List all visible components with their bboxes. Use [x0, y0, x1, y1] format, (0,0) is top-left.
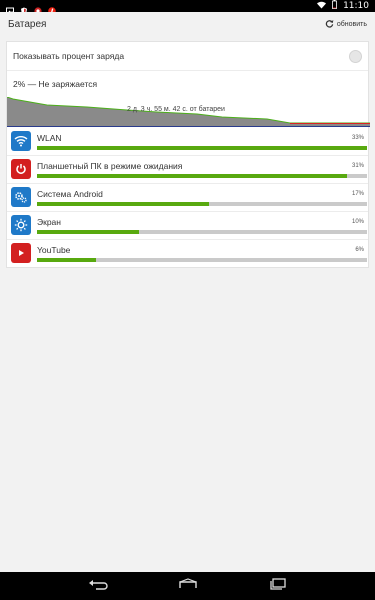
refresh-button[interactable]: обновить: [325, 19, 367, 30]
usage-item-name: WLAN: [37, 133, 62, 143]
brightness-icon: [11, 215, 31, 235]
back-icon: [88, 577, 108, 595]
wifi-icon: [317, 1, 327, 12]
usage-item-name: Экран: [37, 217, 61, 227]
home-button[interactable]: [168, 576, 208, 596]
battery-icon: [332, 0, 337, 12]
time-on-battery: 2 д. 3 ч. 55 м. 42 с. от батареи: [127, 106, 225, 113]
red-badge-icon: [34, 2, 42, 15]
recents-button[interactable]: [258, 576, 298, 596]
usage-item-name: Планшетный ПК в режиме ожидания: [37, 161, 183, 171]
wifi-icon: [11, 131, 31, 151]
notification-icons: [6, 2, 56, 15]
usage-bar-fill: [37, 230, 140, 234]
usage-list: WLAN 33% Планшетный ПК в режиме ожидания…: [7, 128, 368, 268]
usage-item-standby[interactable]: Планшетный ПК в режиме ожидания 31%: [7, 156, 368, 184]
recents-icon: [269, 577, 287, 595]
usage-bar: [37, 230, 367, 234]
show-percent-checkbox[interactable]: [349, 49, 362, 63]
usage-item-percent: 10%: [351, 219, 364, 225]
usage-item-name: Система Android: [37, 189, 103, 199]
battery-status: 2% — Не заряжается: [13, 79, 98, 89]
usage-bar: [37, 202, 367, 206]
usage-item-wlan[interactable]: WLAN 33%: [7, 128, 368, 156]
status-bar: 11:10: [0, 0, 375, 15]
page-title: Батарея: [8, 19, 47, 30]
usage-item-percent: 6%: [355, 247, 364, 253]
usage-item-android-system[interactable]: Система Android 17%: [7, 184, 368, 212]
clock: 11:10: [343, 1, 369, 11]
usage-bar: [37, 258, 367, 262]
usage-item-youtube[interactable]: YouTube 6%: [7, 240, 368, 268]
usage-item-screen[interactable]: Экран 10%: [7, 212, 368, 240]
power-icon: [11, 159, 31, 179]
usage-bar: [37, 174, 367, 178]
usage-bar: [37, 146, 367, 150]
usage-item-percent: 17%: [351, 191, 364, 197]
usage-item-percent: 33%: [351, 135, 364, 141]
usage-bar-fill: [37, 174, 348, 178]
usage-item-percent: 31%: [351, 163, 364, 169]
show-percent-label: Показывать процент заряда: [13, 51, 125, 61]
graph-baseline: [7, 126, 370, 127]
red-app-icon: [48, 2, 56, 15]
navigation-bar: [0, 572, 375, 600]
usage-item-name: YouTube: [37, 245, 71, 255]
action-bar: Батарея обновить: [0, 12, 375, 37]
home-icon: [178, 577, 198, 595]
refresh-icon: [325, 19, 334, 30]
usage-bar-fill: [37, 146, 367, 150]
youtube-icon: [11, 243, 31, 263]
show-percent-row[interactable]: Показывать процент заряда: [7, 42, 368, 71]
usage-bar-fill: [37, 202, 209, 206]
system-icons: 11:10: [317, 0, 369, 12]
battery-card: Показывать процент заряда 2% — Не заряжа…: [6, 41, 370, 268]
back-button[interactable]: [78, 576, 118, 596]
shield-icon: [20, 2, 28, 15]
image-icon: [6, 2, 14, 15]
gears-icon: [11, 187, 31, 207]
usage-bar-fill: [37, 258, 97, 262]
refresh-label: обновить: [336, 21, 367, 28]
